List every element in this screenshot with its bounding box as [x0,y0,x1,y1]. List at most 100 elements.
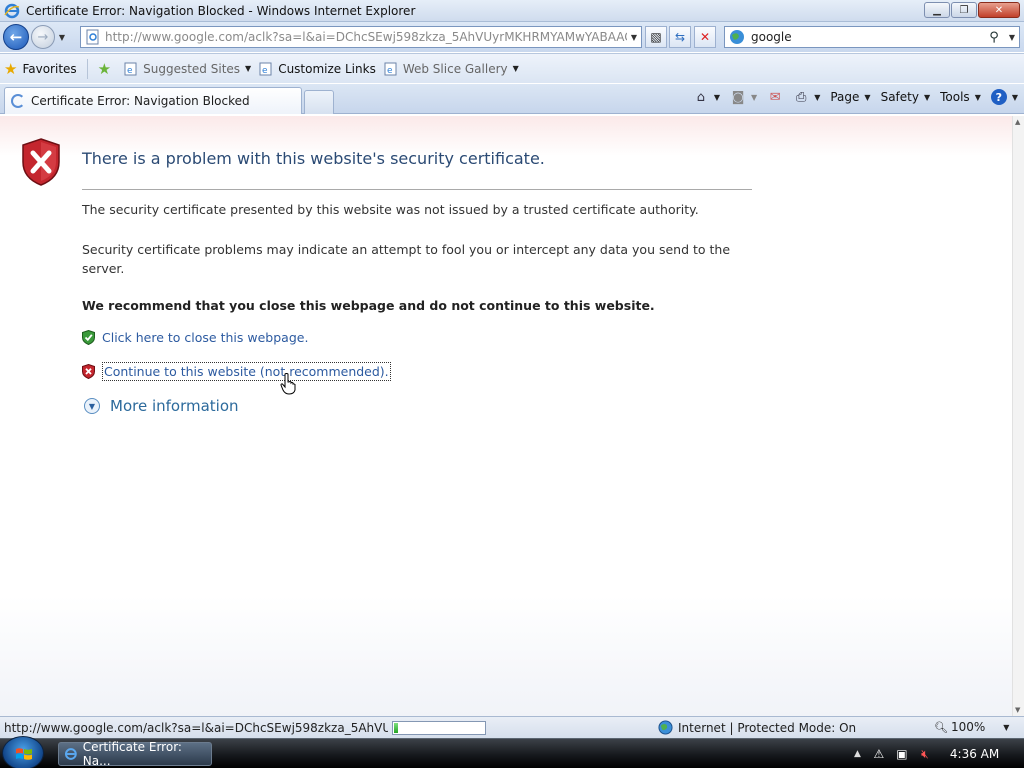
taskbar-ie-window[interactable]: Certificate Error: Na... [58,740,212,768]
status-url: http://www.google.com/aclk?sa=l&ai=DChcS… [4,720,388,735]
help-button[interactable]: ? ▼ [990,89,1018,105]
close-icon: ✕ [994,4,1004,16]
print-button[interactable]: ⎙ ▼ [793,89,820,105]
scroll-down-icon[interactable]: ▼ [1015,706,1020,714]
stop-icon: ✕ [699,30,711,44]
zoom-icon: 🔍︎ [934,720,948,734]
expand-chevron-icon: ▼ [84,398,100,414]
page-icon [86,29,99,45]
address-url[interactable]: http://www.google.com/aclk?sa=l&ai=DChcS… [105,30,627,44]
show-hidden-icons-button[interactable]: ▲ [854,749,861,759]
printer-icon: ⎙ [796,89,807,105]
navigation-bar: ← → ▼ http://www.google.com/aclk?sa=l&ai… [0,22,1024,52]
command-bar: ⌂ ▼ ◙ ▼ ✉ ⎙ ▼ Page ▼ Safety ▼ Tools ▼ ? ▼ [683,89,1018,105]
ie-logo-icon [4,3,20,18]
continue-to-website-link[interactable]: Continue to this website (not recommende… [102,362,391,381]
window-controls: ▁ ❐ ✕ [924,2,1020,18]
favorites-label: Favorites [22,61,77,76]
page-menu-button[interactable]: Page ▼ [830,90,870,104]
progress-fill [394,722,398,733]
address-dropdown[interactable]: ▼ [627,33,641,42]
recent-pages-dropdown[interactable]: ▼ [55,33,69,42]
tab-label: Certificate Error: Navigation Blocked [31,94,250,108]
compatibility-view-button[interactable]: ▧ [645,26,667,48]
security-zone[interactable]: Internet | Protected Mode: On [658,720,856,735]
back-button[interactable]: ← [3,24,29,50]
stop-button[interactable]: ✕ [694,26,716,48]
network-icon[interactable]: ▣ [894,746,910,762]
restore-button[interactable]: ❐ [951,2,977,18]
chevron-down-icon: ▼ [713,92,721,102]
windows-logo-icon [16,748,32,760]
suggested-sites-label: Suggested Sites [143,61,241,76]
feeds-button[interactable]: ◙ ▼ [730,89,757,105]
search-box[interactable]: google ⚲ ▼ [724,26,1020,48]
back-arrow-icon: ← [9,28,23,46]
star-icon: ★ [4,59,18,78]
safety-menu-button[interactable]: Safety ▼ [881,90,931,104]
error-heading: There is a problem with this website's s… [82,149,545,168]
refresh-button[interactable]: ⇆ [669,26,691,48]
internet-zone-globe-icon [658,720,673,735]
ie-page-icon: e [259,62,272,76]
add-to-favorites-bar-button[interactable]: ★ [94,58,120,80]
status-bar: http://www.google.com/aclk?sa=l&ai=DChcS… [0,716,1024,738]
error-warning-text: Security certificate problems may indica… [82,242,731,276]
green-shield-icon [82,330,95,345]
zone-label: Internet | Protected Mode: On [678,720,857,735]
search-icon[interactable]: ⚲ [983,30,1005,45]
zoom-level-button[interactable]: 🔍︎ 100% ▼ [934,720,1009,734]
favorite-web-slice-gallery[interactable]: e Web Slice Gallery ▼ [380,58,523,80]
red-shield-icon [82,364,95,379]
ie-page-icon: e [124,62,137,76]
start-button[interactable] [2,736,44,768]
chevron-down-icon: ▼ [1003,722,1010,732]
svg-text:e: e [262,66,268,76]
tools-menu-button[interactable]: Tools ▼ [940,90,981,104]
url-host: http://www.google.com [105,30,244,44]
title-bar: Certificate Error: Navigation Blocked - … [0,0,1024,22]
hand-cursor-icon [280,373,296,395]
chevron-down-icon: ▼ [1011,92,1018,102]
tab-row: Certificate Error: Navigation Blocked ⌂ ▼… [0,84,1024,114]
home-button[interactable]: ⌂ ▼ [693,89,720,105]
new-tab-button[interactable] [304,90,334,114]
chevron-down-icon: ▼ [245,64,252,73]
chevron-down-icon: ▼ [814,92,821,102]
chevron-down-icon: ▼ [923,92,931,102]
compatibility-icon: ▧ [650,30,662,44]
scroll-up-icon[interactable]: ▲ [1015,118,1020,126]
zoom-value: 100% [950,720,986,734]
refresh-icon: ⇆ [674,30,686,44]
restore-icon: ❐ [959,4,969,16]
tab-certificate-error[interactable]: Certificate Error: Navigation Blocked [4,87,302,114]
volume-muted-icon[interactable]: 🔇︎ [917,746,933,762]
url-path: /aclk?sa=l&ai=DChcSEwj598zkza_5AhVUyrMKH… [244,30,627,44]
chevron-down-icon: ▼ [512,64,519,73]
favorites-button[interactable]: ★ Favorites [0,58,81,80]
close-window-button[interactable]: ✕ [978,2,1020,18]
search-options-dropdown[interactable]: ▼ [1005,33,1019,42]
favorite-customize-links[interactable]: e Customize Links [255,58,380,80]
safety-menu-label: Safety [880,90,919,104]
svg-text:e: e [127,66,133,76]
vertical-scrollbar[interactable]: ▲ ▼ [1012,116,1024,716]
close-webpage-link[interactable]: Click here to close this webpage. [102,330,308,345]
search-provider-icon [730,30,744,44]
search-input[interactable]: google [751,30,983,44]
loading-icon [11,94,25,108]
web-slice-gallery-label: Web Slice Gallery [402,61,508,76]
close-webpage-option: Click here to close this webpage. [82,330,308,345]
taskbar-window-label: Certificate Error: Na... [82,740,182,768]
system-clock[interactable]: 4:36 AM [950,747,999,761]
read-mail-button[interactable]: ✉ [767,89,783,105]
forward-button[interactable]: → [31,25,55,49]
favorite-suggested-sites[interactable]: e Suggested Sites ▼ [120,58,255,80]
divider [86,58,88,79]
more-information-toggle[interactable]: ▼ More information [84,397,239,415]
address-bar[interactable]: http://www.google.com/aclk?sa=l&ai=DChcS… [80,26,642,48]
forward-arrow-icon: → [37,29,49,45]
minimize-button[interactable]: ▁ [924,2,950,18]
security-tray-icon[interactable]: ⚠ [871,746,887,762]
rss-feed-icon: ◙ [731,89,745,105]
